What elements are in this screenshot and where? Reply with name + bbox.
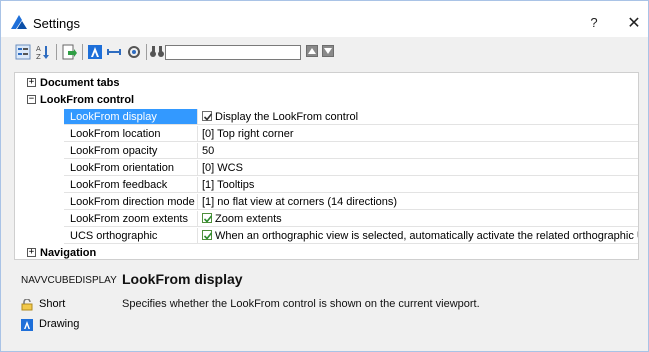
property-value[interactable]: [0] WCS xyxy=(198,160,638,176)
scope-label: Drawing xyxy=(39,318,80,330)
property-value[interactable]: [0] Top right corner xyxy=(198,126,638,142)
check-icon xyxy=(203,215,213,223)
property-row[interactable]: LookFrom location [0] Top right corner xyxy=(15,126,638,142)
app-logo-icon xyxy=(11,15,27,29)
property-row[interactable]: LookFrom direction mode [1] no flat view … xyxy=(15,194,638,210)
description-title: LookFrom display xyxy=(122,271,243,287)
title-bar: Settings ? ✕ xyxy=(1,1,648,37)
property-row[interactable]: LookFrom zoom extents Zoom extents xyxy=(15,211,638,227)
property-name[interactable]: LookFrom feedback xyxy=(64,177,198,193)
property-row[interactable]: LookFrom feedback [1] Tooltips xyxy=(15,177,638,193)
type-label: Short xyxy=(39,298,66,310)
property-value-text: [0] Top right corner xyxy=(202,128,294,140)
system-variable-name: NAVVCUBEDISPLAY xyxy=(21,275,117,286)
search-input[interactable] xyxy=(165,45,301,60)
checkbox[interactable] xyxy=(202,111,213,121)
property-value[interactable]: 50 xyxy=(198,143,638,159)
find-previous-button[interactable] xyxy=(306,45,318,57)
close-button[interactable]: ✕ xyxy=(626,13,642,33)
property-name[interactable]: UCS orthographic xyxy=(64,228,198,244)
help-button[interactable]: ? xyxy=(586,15,602,30)
property-value-text: [1] no flat view at corners (14 directio… xyxy=(202,196,398,208)
property-grid: + Document tabs − LookFrom control LookF… xyxy=(14,72,639,260)
find-next-button[interactable] xyxy=(322,45,334,57)
property-value-text: Display the LookFrom control xyxy=(215,111,359,123)
toolbar-separator xyxy=(82,44,83,60)
toolbar: A Z xyxy=(1,37,648,67)
property-value-text: When an orthographic view is selected, a… xyxy=(215,230,639,242)
short-type-icon xyxy=(21,299,33,311)
property-name[interactable]: LookFrom zoom extents xyxy=(64,211,198,227)
window-title: Settings xyxy=(33,16,80,31)
property-value-text: [0] WCS xyxy=(202,162,243,174)
property-value-text: 50 xyxy=(202,145,215,157)
check-icon xyxy=(203,232,213,240)
settings-tool-icon[interactable] xyxy=(126,44,142,60)
property-value[interactable]: Zoom extents xyxy=(198,211,638,227)
property-value-text: [1] Tooltips xyxy=(202,179,255,191)
property-row[interactable]: LookFrom orientation [0] WCS xyxy=(15,160,638,176)
checkbox[interactable] xyxy=(202,213,213,223)
arrow-down-icon xyxy=(324,48,332,54)
expand-icon[interactable]: + xyxy=(27,78,36,87)
property-value[interactable]: [1] no flat view at corners (14 directio… xyxy=(198,194,638,210)
property-name[interactable]: LookFrom location xyxy=(64,126,198,142)
categorized-view-icon[interactable] xyxy=(15,44,31,60)
property-name[interactable]: LookFrom display xyxy=(64,109,198,125)
expand-icon[interactable]: + xyxy=(27,248,36,257)
arrow-up-icon xyxy=(308,48,316,54)
category-lookfrom-control[interactable]: − LookFrom control xyxy=(15,92,638,108)
collapse-icon[interactable]: − xyxy=(27,95,36,104)
category-label: Navigation xyxy=(40,247,97,259)
category-label: Document tabs xyxy=(40,77,120,89)
property-row[interactable]: LookFrom opacity 50 xyxy=(15,143,638,159)
category-navigation[interactable]: + Navigation xyxy=(15,245,638,259)
alphabetical-sort-icon[interactable]: A Z xyxy=(35,44,51,60)
property-name[interactable]: LookFrom orientation xyxy=(64,160,198,176)
export-icon[interactable] xyxy=(61,44,77,60)
property-name[interactable]: LookFrom opacity xyxy=(64,143,198,159)
property-value[interactable]: [1] Tooltips xyxy=(198,177,638,193)
svg-text:Z: Z xyxy=(36,53,41,60)
property-row[interactable]: LookFrom display Display the LookFrom con… xyxy=(15,109,638,125)
property-value-text: Zoom extents xyxy=(215,213,282,225)
description-text: Specifies whether the LookFrom control i… xyxy=(122,298,480,310)
svg-text:A: A xyxy=(36,45,41,53)
check-icon xyxy=(203,113,213,121)
toolbar-separator xyxy=(56,44,57,60)
autocad-tool-icon[interactable] xyxy=(87,44,103,60)
property-value[interactable]: Display the LookFrom control xyxy=(198,109,638,125)
checkbox[interactable] xyxy=(202,230,213,240)
settings-dialog: Settings ? ✕ A Z + Document tabs − LookF… xyxy=(0,0,649,352)
category-document-tabs[interactable]: + Document tabs xyxy=(15,75,638,91)
description-panel: NAVVCUBEDISPLAY LookFrom display Short S… xyxy=(1,263,648,351)
category-label: LookFrom control xyxy=(40,94,135,106)
arrow-range-icon[interactable] xyxy=(106,44,122,60)
property-value[interactable]: When an orthographic view is selected, a… xyxy=(198,228,639,244)
find-binoculars-icon[interactable] xyxy=(149,44,165,60)
property-row[interactable]: UCS orthographic When an orthographic vie… xyxy=(15,228,639,244)
toolbar-separator xyxy=(146,44,147,60)
property-name[interactable]: LookFrom direction mode xyxy=(64,194,198,210)
drawing-scope-icon xyxy=(21,319,33,331)
